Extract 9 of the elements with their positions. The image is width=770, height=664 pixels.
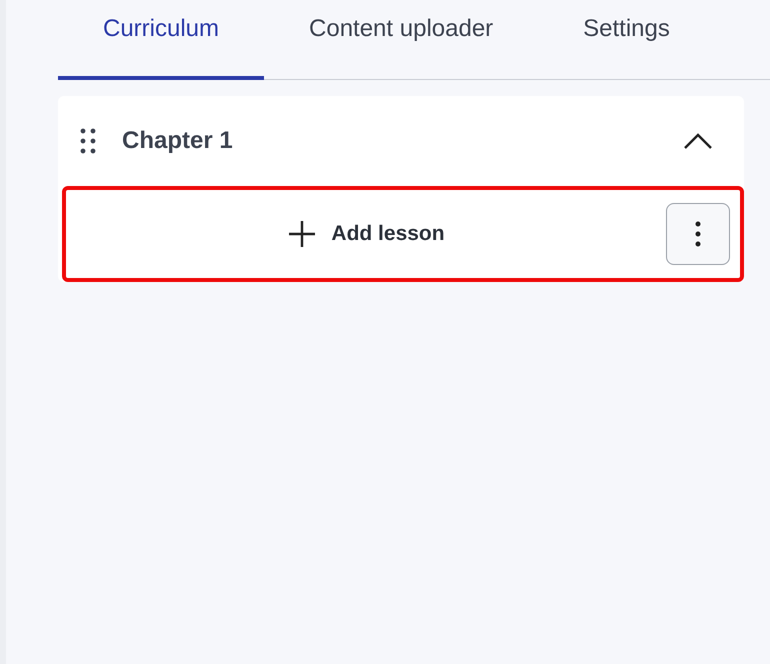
tab[interactable]: Settings — [538, 0, 715, 80]
chapter-title: Chapter 1 — [122, 126, 233, 156]
chevron-icon — [683, 132, 713, 150]
tab[interactable]: Curriculum — [58, 0, 264, 80]
plus-icon — [287, 219, 318, 249]
drag-handle-icon[interactable] — [78, 127, 98, 155]
add-lesson-button[interactable]: Add lesson — [66, 190, 666, 278]
tab[interactable]: Content uploader — [264, 0, 538, 80]
vertical-dots-icon — [695, 221, 701, 247]
